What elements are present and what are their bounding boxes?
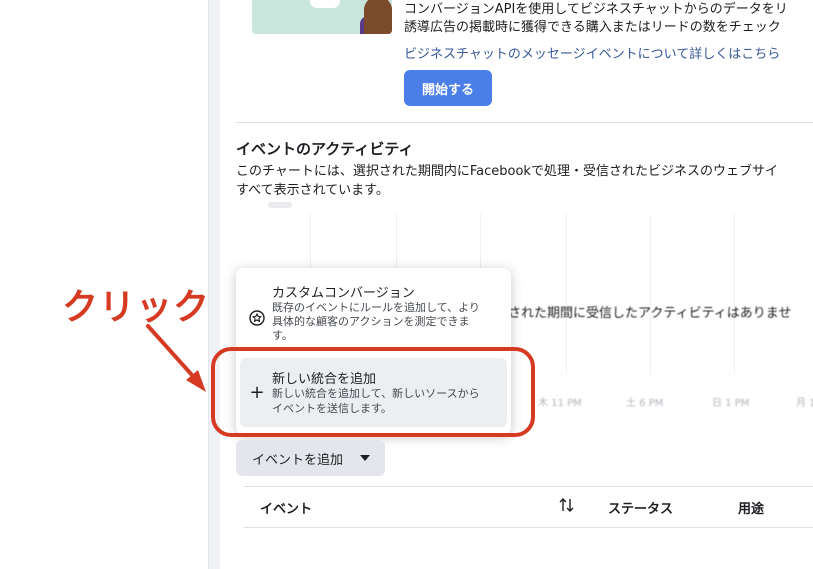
annotation-overlay [146, 324, 535, 437]
annotation-highlight-box [211, 347, 535, 437]
